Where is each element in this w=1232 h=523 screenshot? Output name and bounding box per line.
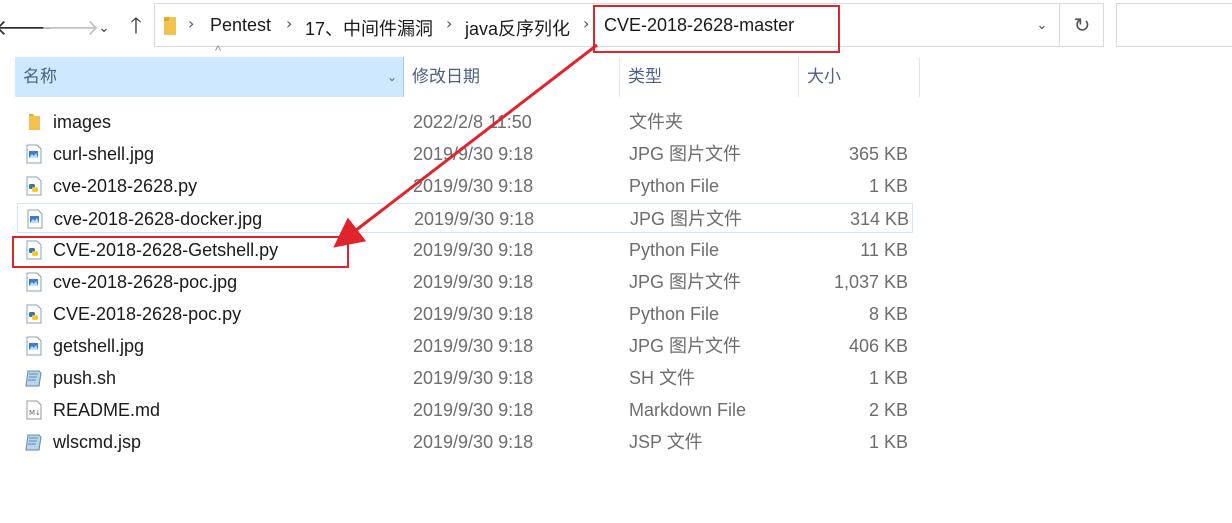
sort-ascending-icon: ^ [215,43,222,58]
column-name-label: 名称 [23,67,57,86]
file-type: Python File [629,304,720,324]
file-type: JPG 图片文件 [629,336,742,356]
file-modified-date: 2019/9/30 9:18 [413,272,534,292]
file-modified-date: 2019/9/30 9:18 [413,368,534,388]
file-size: 8 KB [868,304,908,324]
breadcrumb-pentest[interactable]: Pentest [210,15,271,36]
file-size: 406 KB [848,336,908,356]
file-type: JPG 图片文件 [629,272,742,292]
search-input[interactable] [1116,3,1232,47]
file-size: 365 KB [848,144,908,164]
back-button[interactable]: 🡐 [0,8,54,48]
image-file-icon [27,209,43,229]
file-row[interactable]: wlscmd.jsp 2019/9/30 9:18 JSP 文件 1 KB [17,427,913,457]
breadcrumb-java-deserialization[interactable]: java反序列化 [465,15,570,41]
folder-icon [164,17,176,35]
file-name: cve-2018-2628-poc.jpg [53,272,238,292]
file-modified-date: 2019/9/30 9:18 [413,304,534,324]
file-name: cve-2018-2628-docker.jpg [54,209,263,229]
column-header-type[interactable]: 类型 [620,57,799,97]
shell-script-icon [25,370,42,387]
file-name: cve-2018-2628.py [53,176,198,196]
annotation-box-current-folder [593,5,840,53]
chevron-down-icon[interactable]: ⌄ [387,57,397,97]
file-name: wlscmd.jsp [53,432,142,452]
file-type: JPG 图片文件 [630,209,743,229]
annotation-box-getshell-file [12,236,349,268]
file-row[interactable]: cve-2018-2628.py 2019/9/30 9:18 Python Fil… [17,171,913,201]
file-modified-date: 2022/2/8 11:50 [413,112,532,132]
arrow-right-icon: 🡒 [40,16,100,41]
file-modified-date: 2019/9/30 9:18 [413,176,534,196]
file-type: JPG 图片文件 [629,144,742,164]
up-button[interactable]: 🡑 [120,8,152,48]
file-name: README.md [53,400,161,420]
breadcrumb-separator: › [446,14,453,33]
column-date-label: 修改日期 [412,67,480,86]
file-row[interactable]: curl-shell.jpg 2019/9/30 9:18 JPG 图片文件 365 … [17,139,913,169]
file-row[interactable]: getshell.jpg 2019/9/30 9:18 JPG 图片文件 406 KB [17,331,913,361]
file-size: 11 KB [860,240,908,260]
file-type: JSP 文件 [629,432,703,452]
image-file-icon [26,272,42,292]
markdown-file-icon: M↓ [26,400,42,420]
file-size: 2 KB [868,400,908,420]
folder-icon [29,114,40,130]
column-header: 名称 ^ ⌄ 修改日期 类型 大小 [0,44,920,97]
file-modified-date: 2019/9/30 9:18 [413,336,534,356]
column-type-label: 类型 [628,67,662,86]
file-size: 1 KB [868,368,908,388]
file-type: 文件夹 [629,112,683,132]
file-size: 1 KB [868,432,908,452]
file-modified-date: 2019/9/30 9:18 [413,432,534,452]
file-name: push.sh [53,368,117,388]
image-file-icon [26,336,42,356]
file-size [807,107,908,137]
file-size: 1,037 KB [833,272,908,292]
arrow-up-icon: 🡑 [130,14,142,39]
file-size: 1 KB [868,176,908,196]
svg-text:M↓: M↓ [29,409,41,417]
breadcrumb-separator: › [286,14,293,33]
chevron-down-icon: ⌄ [98,20,110,36]
recent-locations-button[interactable]: ⌄ [92,8,116,48]
file-modified-date: 2019/9/30 9:18 [413,144,534,164]
column-header-date[interactable]: 修改日期 [404,57,620,97]
file-type: Python File [629,176,720,196]
file-type: SH 文件 [629,368,696,388]
file-name: CVE-2018-2628-poc.py [53,304,242,324]
image-file-icon [26,144,42,164]
file-name: images [53,112,112,132]
forward-button[interactable]: 🡒 [41,8,100,48]
column-header-name[interactable]: 名称 ^ ⌄ [15,44,404,97]
file-row[interactable]: images 2022/2/8 11:50 文件夹 [17,107,913,137]
file-row[interactable]: cve-2018-2628-poc.jpg 2019/9/30 9:18 JPG 图… [17,267,913,297]
file-row[interactable]: M↓ README.md 2019/9/30 9:18 Markdown File 2 … [17,395,913,425]
chevron-down-icon: ⌄ [1036,17,1048,33]
breadcrumb-middleware[interactable]: 17、中间件漏洞 [305,15,433,41]
jsp-file-icon [25,434,42,451]
file-modified-date: 2019/9/30 9:18 [413,400,534,420]
refresh-icon: ↻ [1073,13,1091,37]
column-header-size[interactable]: 大小 [799,57,920,97]
file-type: Markdown File [629,400,747,420]
breadcrumb-separator: › [583,14,590,33]
file-type: Python File [629,240,720,260]
file-modified-date: 2019/9/30 9:18 [413,240,534,260]
file-name: curl-shell.jpg [53,144,155,164]
breadcrumb-separator: › [188,14,195,33]
address-history-dropdown[interactable]: ⌄ [1025,4,1059,46]
refresh-button[interactable]: ↻ [1059,4,1104,46]
file-row[interactable]: CVE-2018-2628-poc.py 2019/9/30 9:18 Python… [17,299,913,329]
file-row[interactable]: cve-2018-2628-docker.jpg 2019/9/30 9:18 JP… [17,203,913,233]
python-file-icon [26,176,42,196]
file-size: 314 KB [849,209,909,229]
file-row[interactable]: push.sh 2019/9/30 9:18 SH 文件 1 KB [17,363,913,393]
column-size-label: 大小 [807,67,841,86]
file-name: getshell.jpg [53,336,145,356]
python-file-icon [26,304,42,324]
file-modified-date: 2019/9/30 9:18 [414,209,535,229]
